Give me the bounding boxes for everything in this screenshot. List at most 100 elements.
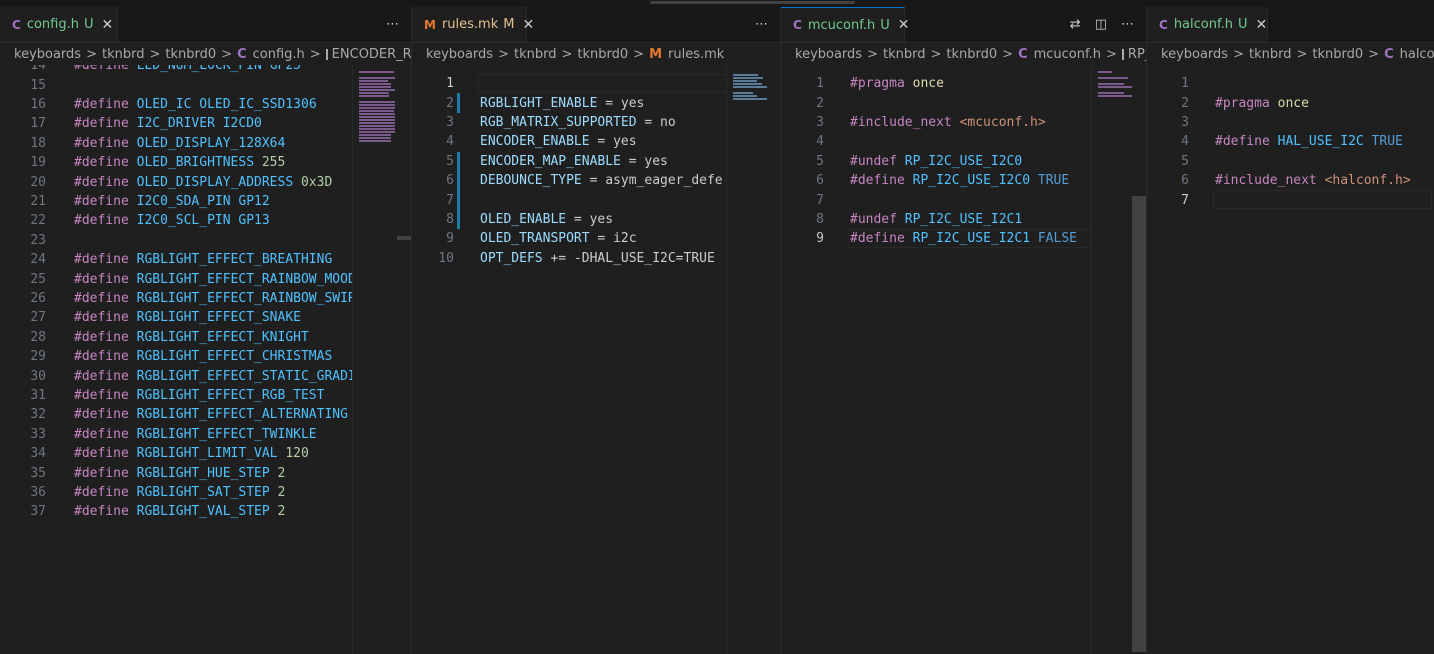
code-line: 1 — [412, 74, 454, 93]
code-line: 37 #define RGBLIGHT_VAL_STEP 2 — [0, 502, 285, 521]
breadcrumb-item[interactable]: RP_I2C — [1128, 47, 1146, 62]
close-icon[interactable]: ✕ — [101, 17, 113, 33]
breadcrumb-item[interactable]: tknbrd0 — [165, 47, 216, 62]
close-icon[interactable]: ✕ — [522, 17, 534, 33]
line-number: 8 — [816, 211, 824, 227]
more-actions-icon[interactable]: ⋯ — [386, 17, 399, 32]
line-number: 2 — [816, 95, 824, 111]
breadcrumb-item[interactable]: keyboards — [14, 47, 81, 62]
code-line: 8 #undef RP_I2C_USE_I2C1 — [781, 210, 1022, 229]
minimap-line — [359, 119, 395, 121]
compare-changes-icon[interactable]: ⇄ — [1070, 17, 1081, 32]
line-number: 30 — [30, 368, 46, 384]
code-line: 9 #define RP_I2C_USE_I2C1 FALSE — [781, 229, 1077, 248]
line-text: #define RGBLIGHT_VAL_STEP 2 — [74, 504, 286, 520]
line-number: 37 — [30, 504, 46, 520]
tab-bar: Cconfig.h U ✕ ⋯ — [0, 7, 411, 43]
line-number: 14 — [30, 65, 46, 74]
breadcrumb-item[interactable]: mcuconf.h — [1034, 47, 1101, 62]
breadcrumb-item[interactable]: keyboards — [795, 47, 862, 62]
git-status-badge: U — [880, 17, 890, 33]
close-icon[interactable]: ✕ — [1256, 17, 1268, 33]
makefile-icon: M — [424, 17, 436, 32]
top-scroll-thumb[interactable] — [650, 1, 855, 4]
line-number: 33 — [30, 426, 46, 442]
minimap-line — [359, 71, 394, 73]
line-number: 6 — [446, 173, 454, 189]
breadcrumb-item[interactable]: ENCODER_RESO — [332, 47, 411, 62]
tab-halconf-h[interactable]: Chalconf.h U ✕ — [1147, 7, 1268, 42]
tab-rules-mk[interactable]: Mrules.mk M ✕ — [412, 7, 534, 42]
line-number: 27 — [30, 310, 46, 326]
breadcrumb-item[interactable]: keyboards — [426, 47, 493, 62]
code-editor[interactable]: 14 #define LED_NUM_LOCK_PIN GP25 15 16 #defi… — [0, 65, 411, 654]
vertical-scrollbar[interactable] — [397, 65, 411, 654]
scroll-thumb[interactable] — [397, 236, 411, 240]
minimap-line — [359, 137, 392, 139]
line-text: #pragma once — [850, 76, 944, 92]
breadcrumb-separator: > — [149, 46, 161, 62]
code-line: 2 — [781, 93, 824, 112]
minimap-line — [733, 74, 759, 76]
line-number: 7 — [1181, 192, 1189, 208]
line-number: 4 — [446, 134, 454, 150]
code-line: 23 — [0, 231, 46, 250]
git-status-badge: U — [1237, 17, 1248, 32]
breadcrumb-item[interactable]: config.h — [253, 47, 305, 62]
more-actions-icon[interactable]: ⋯ — [1121, 17, 1134, 32]
tab-label: mcuconf.h — [807, 17, 876, 33]
code-line: 5 — [1147, 152, 1189, 171]
code-line: 6 DEBOUNCE_TYPE = asym_eager_defe — [412, 171, 722, 190]
code-editor[interactable]: 1 2 #pragma once 3 4 #define HAL_USE_I2C TRUE… — [1147, 65, 1434, 654]
tab-mcuconf-h[interactable]: Cmcuconf.h U ✕ — [781, 7, 909, 42]
minimap-line — [359, 140, 392, 142]
minimap-line — [359, 101, 395, 103]
breadcrumb: keyboards > tknbrd > tknbrd0 > Mrules.mk — [412, 43, 780, 65]
breadcrumb-item[interactable]: rules.mk — [668, 47, 724, 62]
line-text: OLED_TRANSPORT = i2c — [480, 231, 637, 247]
line-text: #define RGBLIGHT_EFFECT_ALTERNATING — [74, 407, 348, 423]
split-editor-icon[interactable]: ◫ — [1095, 17, 1107, 32]
more-actions-icon[interactable]: ⋯ — [755, 17, 768, 32]
line-number: 9 — [816, 231, 824, 247]
code-line: 4 #define HAL_USE_I2C TRUE — [1147, 132, 1403, 151]
line-number: 2 — [446, 95, 454, 111]
code-line: 10 OPT_DEFS += -DHAL_USE_I2C=TRUE — [412, 249, 714, 268]
breadcrumb-item[interactable]: tknbrd0 — [946, 47, 997, 62]
vertical-scrollbar[interactable] — [1132, 65, 1146, 654]
code-line: 35 #define RGBLIGHT_HUE_STEP 2 — [0, 463, 285, 482]
tab-label: halconf.h — [1173, 17, 1233, 32]
line-number: 7 — [816, 192, 824, 208]
close-icon[interactable]: ✕ — [898, 17, 910, 33]
line-number: 20 — [30, 174, 46, 190]
line-number: 4 — [816, 134, 824, 150]
breadcrumb-item[interactable]: tknbrd — [514, 47, 557, 62]
minimap[interactable] — [352, 65, 397, 654]
minimap[interactable] — [1091, 65, 1136, 654]
minimap-line — [1098, 83, 1125, 85]
code-line: 25 #define RGBLIGHT_EFFECT_RAINBOW_MOOD — [0, 269, 355, 288]
line-number: 1 — [446, 76, 454, 92]
minimap[interactable] — [726, 65, 771, 654]
breadcrumb-item[interactable]: tknbrd — [1249, 47, 1292, 62]
breadcrumb-item[interactable]: tknbrd — [883, 47, 926, 62]
breadcrumb-item[interactable]: halconf.h — [1400, 47, 1434, 62]
code-editor[interactable]: 1 2 RGBLIGHT_ENABLE = yes 3 RGB_MATRIX_SUPPO… — [412, 65, 780, 654]
line-text: #include_next <mcuconf.h> — [850, 114, 1046, 130]
breadcrumb-item[interactable]: tknbrd — [102, 47, 145, 62]
tab-config-h[interactable]: Cconfig.h U ✕ — [0, 7, 118, 42]
editor-top-scrollbar[interactable] — [0, 0, 1434, 7]
breadcrumb-item[interactable]: tknbrd0 — [1312, 47, 1363, 62]
editor-actions: ⋯ — [755, 7, 768, 42]
minimap-line — [359, 122, 395, 124]
code-line: 9 OLED_TRANSPORT = i2c — [412, 229, 636, 248]
breadcrumb-separator: > — [561, 46, 573, 62]
breadcrumb-item[interactable]: keyboards — [1161, 47, 1228, 62]
makefile-icon: M — [649, 46, 662, 62]
scroll-thumb[interactable] — [1132, 196, 1146, 652]
editor-group-1: Cconfig.h U ✕ ⋯ keyboards > tknbrd > tknbrd0 > Cco… — [0, 7, 411, 654]
line-number: 5 — [816, 153, 824, 169]
code-line: 18 #define OLED_DISPLAY_128X64 — [0, 134, 285, 153]
breadcrumb-item[interactable]: tknbrd0 — [577, 47, 628, 62]
vertical-scrollbar[interactable] — [767, 65, 780, 654]
